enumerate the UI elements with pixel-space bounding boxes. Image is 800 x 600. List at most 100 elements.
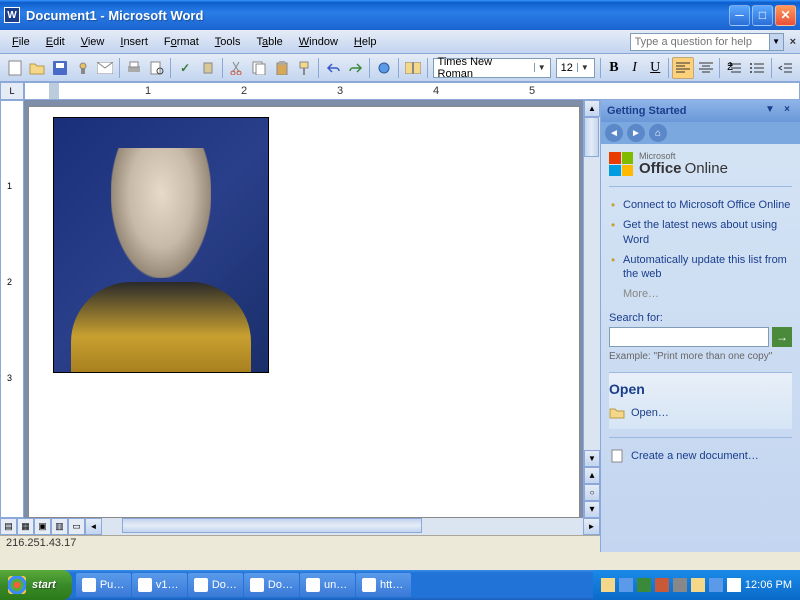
undo-button[interactable] (322, 57, 344, 79)
save-button[interactable] (49, 57, 71, 79)
menu-file[interactable]: File (4, 34, 38, 50)
create-new-document-link[interactable]: Create a new document… (609, 446, 792, 466)
help-search-input[interactable] (630, 33, 770, 51)
taskbar-item-4[interactable]: Do… (244, 573, 299, 597)
minimize-button[interactable]: ─ (729, 5, 750, 26)
home-button[interactable]: ⌂ (649, 124, 667, 142)
status-text: 216.251.43.17 (6, 537, 76, 549)
reading-view-button[interactable]: ▭ (68, 518, 85, 535)
scroll-down-button[interactable]: ▼ (584, 450, 600, 467)
insert-hyperlink-button[interactable] (373, 57, 395, 79)
app-icon (250, 578, 264, 592)
horizontal-scrollbar[interactable] (102, 518, 583, 535)
cut-button[interactable] (226, 57, 248, 79)
decrease-indent-button[interactable] (775, 57, 797, 79)
bold-button[interactable]: B (604, 60, 624, 76)
numbered-list-button[interactable]: 12 (723, 57, 745, 79)
web-view-button[interactable]: ▦ (17, 518, 34, 535)
permission-button[interactable] (72, 57, 94, 79)
tray-icon[interactable] (727, 578, 741, 592)
tray-icon[interactable] (673, 578, 687, 592)
scroll-up-button[interactable]: ▲ (584, 100, 600, 117)
menu-help[interactable]: Help (346, 34, 385, 50)
tray-icon[interactable] (709, 578, 723, 592)
back-button[interactable]: ◄ (605, 124, 623, 142)
menu-bar: File Edit View Insert Format Tools Table… (0, 30, 800, 54)
more-link[interactable]: More… (609, 288, 792, 300)
scroll-right-button[interactable]: ► (583, 518, 600, 535)
font-size-select[interactable]: 12 ▼ (556, 58, 595, 78)
menu-edit[interactable]: Edit (38, 34, 73, 50)
next-page-button[interactable]: ▾ (584, 501, 600, 518)
clock[interactable]: 12:06 PM (745, 579, 792, 591)
taskbar-item-6[interactable]: htt… (356, 573, 411, 597)
taskbar-item-5[interactable]: un… (300, 573, 355, 597)
app-icon (82, 578, 96, 592)
tray-icon[interactable] (691, 578, 705, 592)
align-left-button[interactable] (672, 57, 694, 79)
outline-view-button[interactable]: ▥ (51, 518, 68, 535)
hscroll-thumb[interactable] (122, 518, 422, 533)
search-input[interactable] (609, 327, 769, 347)
paste-button[interactable] (271, 57, 293, 79)
menu-tools[interactable]: Tools (207, 34, 249, 50)
menu-window[interactable]: Window (291, 34, 346, 50)
document-area[interactable] (24, 100, 583, 518)
underline-button[interactable]: U (645, 60, 665, 76)
folder-icon (609, 406, 625, 420)
menu-table[interactable]: Table (248, 34, 290, 50)
forward-button[interactable]: ► (627, 124, 645, 142)
tray-icon[interactable] (601, 578, 615, 592)
read-button[interactable] (402, 57, 424, 79)
chevron-down-icon: ▼ (577, 63, 589, 72)
font-size-value: 12 (561, 62, 573, 74)
scroll-thumb[interactable] (584, 117, 599, 157)
link-connect-office[interactable]: Connect to Microsoft Office Online (609, 195, 792, 215)
browse-object-button[interactable]: ○ (584, 484, 600, 501)
search-go-button[interactable]: → (772, 327, 792, 347)
vertical-scrollbar[interactable]: ▲ ▼ ▴ ○ ▾ (583, 100, 600, 518)
print-layout-button[interactable]: ▣ (34, 518, 51, 535)
tray-icon[interactable] (619, 578, 633, 592)
menu-close-icon[interactable]: × (790, 36, 796, 48)
email-button[interactable] (95, 57, 117, 79)
ruler-corner: L (0, 82, 24, 100)
vertical-ruler[interactable]: 1 2 3 (0, 100, 24, 518)
tray-icon[interactable] (655, 578, 669, 592)
page[interactable] (28, 106, 580, 518)
menu-insert[interactable]: Insert (112, 34, 156, 50)
redo-button[interactable] (345, 57, 367, 79)
copy-button[interactable] (248, 57, 270, 79)
close-button[interactable]: ✕ (775, 5, 796, 26)
help-dropdown-icon[interactable]: ▼ (770, 33, 784, 51)
taskpane-close-icon[interactable]: × (780, 104, 794, 118)
menu-view[interactable]: View (73, 34, 113, 50)
italic-button[interactable]: I (625, 60, 645, 76)
scroll-left-button[interactable]: ◄ (85, 518, 102, 535)
new-doc-button[interactable] (4, 57, 26, 79)
align-center-button[interactable] (695, 57, 717, 79)
maximize-button[interactable]: □ (752, 5, 773, 26)
format-painter-button[interactable] (293, 57, 315, 79)
open-document-link[interactable]: Open… (609, 403, 792, 423)
normal-view-button[interactable]: ▤ (0, 518, 17, 535)
spellcheck-button[interactable]: ✓ (174, 57, 196, 79)
link-latest-news[interactable]: Get the latest news about using Word (609, 215, 792, 250)
research-button[interactable] (197, 57, 219, 79)
print-button[interactable] (123, 57, 145, 79)
font-name-select[interactable]: Times New Roman ▼ (433, 58, 551, 78)
open-button[interactable] (27, 57, 49, 79)
taskbar-item-3[interactable]: Do… (188, 573, 243, 597)
taskbar-item-2[interactable]: v1… (132, 573, 187, 597)
print-preview-button[interactable] (146, 57, 168, 79)
tray-icon[interactable] (637, 578, 651, 592)
bullet-list-button[interactable] (746, 57, 768, 79)
taskpane-dropdown-icon[interactable]: ▼ (763, 104, 777, 118)
prev-page-button[interactable]: ▴ (584, 467, 600, 484)
status-bar: 216.251.43.17 (0, 535, 600, 552)
taskbar-item-1[interactable]: Pu… (76, 573, 131, 597)
inserted-image[interactable] (53, 117, 269, 373)
link-auto-update[interactable]: Automatically update this list from the … (609, 250, 792, 285)
start-button[interactable]: start (0, 570, 72, 600)
menu-format[interactable]: Format (156, 34, 207, 50)
